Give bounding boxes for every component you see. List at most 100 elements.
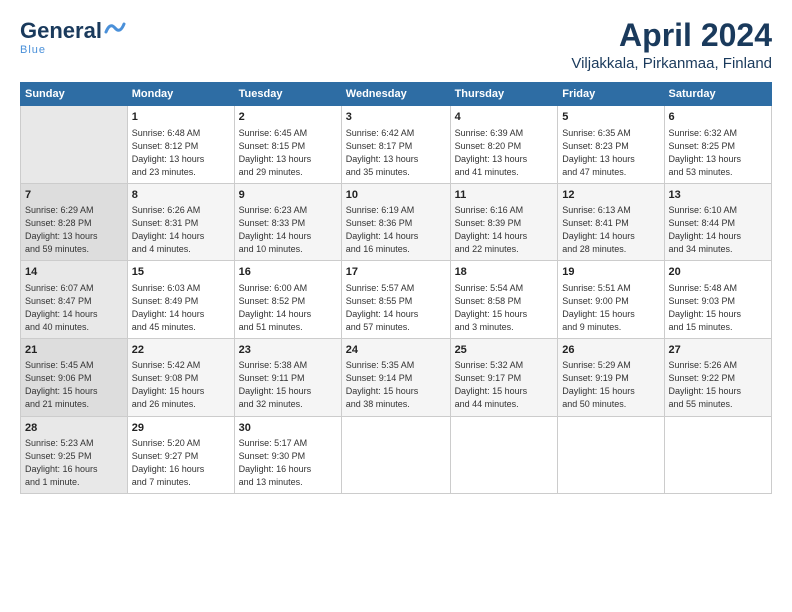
day-cell: 28Sunrise: 5:23 AM Sunset: 9:25 PM Dayli…	[21, 416, 128, 494]
day-cell: 7Sunrise: 6:29 AM Sunset: 8:28 PM Daylig…	[21, 183, 128, 261]
day-cell	[664, 416, 771, 494]
page: General Blue April 2024 Viljakkala, Pirk…	[0, 0, 792, 504]
sub-title: Viljakkala, Pirkanmaa, Finland	[571, 55, 772, 72]
day-cell: 26Sunrise: 5:29 AM Sunset: 9:19 PM Dayli…	[558, 338, 664, 416]
day-cell: 5Sunrise: 6:35 AM Sunset: 8:23 PM Daylig…	[558, 106, 664, 184]
day-number: 13	[669, 188, 767, 203]
day-cell: 4 Sunrise: 6:39 AM Sunset: 8:20 PM Daylig…	[450, 106, 558, 184]
day-info: Sunrise: 5:32 AM Sunset: 9:17 PM Dayligh…	[455, 359, 554, 411]
col-header-saturday: Saturday	[664, 83, 771, 106]
day-info: Sunrise: 5:17 AM Sunset: 9:30 PM Dayligh…	[239, 437, 337, 489]
logo-blue: Blue	[20, 44, 46, 56]
title-block: April 2024 Viljakkala, Pirkanmaa, Finlan…	[571, 18, 772, 72]
week-row-4: 21Sunrise: 5:45 AM Sunset: 9:06 PM Dayli…	[21, 338, 772, 416]
header-row: SundayMondayTuesdayWednesdayThursdayFrid…	[21, 83, 772, 106]
day-cell: 13Sunrise: 6:10 AM Sunset: 8:44 PM Dayli…	[664, 183, 771, 261]
day-cell	[341, 416, 450, 494]
day-cell: 19Sunrise: 5:51 AM Sunset: 9:00 PM Dayli…	[558, 261, 664, 339]
day-info: Sunrise: 6:48 AM Sunset: 8:12 PM Dayligh…	[132, 127, 230, 179]
header: General Blue April 2024 Viljakkala, Pirk…	[20, 18, 772, 72]
day-cell: 14 Sunrise: 6:07 AM Sunset: 8:47 PM Dayli…	[21, 261, 128, 339]
day-cell: 12Sunrise: 6:13 AM Sunset: 8:41 PM Dayli…	[558, 183, 664, 261]
day-cell: 21Sunrise: 5:45 AM Sunset: 9:06 PM Dayli…	[21, 338, 128, 416]
day-cell: 10Sunrise: 6:19 AM Sunset: 8:36 PM Dayli…	[341, 183, 450, 261]
day-number: 4	[455, 110, 554, 125]
day-number: 25	[455, 343, 554, 358]
day-number: 16	[239, 265, 337, 280]
day-number: 18	[455, 265, 554, 280]
day-number: 5	[562, 110, 659, 125]
day-number: 29	[132, 421, 230, 436]
col-header-thursday: Thursday	[450, 83, 558, 106]
week-row-1: 1 Sunrise: 6:48 AM Sunset: 8:12 PM Daylig…	[21, 106, 772, 184]
day-info: Sunrise: 5:51 AM Sunset: 9:00 PM Dayligh…	[562, 282, 659, 334]
day-info: Sunrise: 6:32 AM Sunset: 8:25 PM Dayligh…	[669, 127, 767, 179]
day-info: Sunrise: 6:42 AM Sunset: 8:17 PM Dayligh…	[346, 127, 446, 179]
day-info: Sunrise: 6:10 AM Sunset: 8:44 PM Dayligh…	[669, 204, 767, 256]
logo-wave-icon	[104, 18, 126, 36]
day-info: Sunrise: 5:42 AM Sunset: 9:08 PM Dayligh…	[132, 359, 230, 411]
day-number: 24	[346, 343, 446, 358]
day-info: Sunrise: 6:26 AM Sunset: 8:31 PM Dayligh…	[132, 204, 230, 256]
day-cell: 1 Sunrise: 6:48 AM Sunset: 8:12 PM Daylig…	[127, 106, 234, 184]
day-number: 17	[346, 265, 446, 280]
day-number: 1	[132, 110, 230, 125]
col-header-monday: Monday	[127, 83, 234, 106]
col-header-sunday: Sunday	[21, 83, 128, 106]
day-number: 27	[669, 343, 767, 358]
day-info: Sunrise: 6:13 AM Sunset: 8:41 PM Dayligh…	[562, 204, 659, 256]
day-cell: 20 Sunrise: 5:48 AM Sunset: 9:03 PM Dayli…	[664, 261, 771, 339]
day-cell: 15 Sunrise: 6:03 AM Sunset: 8:49 PM Dayli…	[127, 261, 234, 339]
day-cell: 18 Sunrise: 5:54 AM Sunset: 8:58 PM Dayli…	[450, 261, 558, 339]
day-cell: 24Sunrise: 5:35 AM Sunset: 9:14 PM Dayli…	[341, 338, 450, 416]
day-cell: 16 Sunrise: 6:00 AM Sunset: 8:52 PM Dayli…	[234, 261, 341, 339]
day-cell: 3 Sunrise: 6:42 AM Sunset: 8:17 PM Daylig…	[341, 106, 450, 184]
day-info: Sunrise: 6:45 AM Sunset: 8:15 PM Dayligh…	[239, 127, 337, 179]
day-cell: 8Sunrise: 6:26 AM Sunset: 8:31 PM Daylig…	[127, 183, 234, 261]
day-info: Sunrise: 6:16 AM Sunset: 8:39 PM Dayligh…	[455, 204, 554, 256]
day-cell: 17Sunrise: 5:57 AM Sunset: 8:55 PM Dayli…	[341, 261, 450, 339]
day-info: Sunrise: 5:54 AM Sunset: 8:58 PM Dayligh…	[455, 282, 554, 334]
day-cell	[558, 416, 664, 494]
day-cell: 6Sunrise: 6:32 AM Sunset: 8:25 PM Daylig…	[664, 106, 771, 184]
logo: General Blue	[20, 18, 126, 56]
day-info: Sunrise: 6:29 AM Sunset: 8:28 PM Dayligh…	[25, 204, 123, 256]
day-info: Sunrise: 5:26 AM Sunset: 9:22 PM Dayligh…	[669, 359, 767, 411]
day-number: 22	[132, 343, 230, 358]
day-number: 12	[562, 188, 659, 203]
day-number: 20	[669, 265, 767, 280]
day-info: Sunrise: 5:20 AM Sunset: 9:27 PM Dayligh…	[132, 437, 230, 489]
day-info: Sunrise: 6:19 AM Sunset: 8:36 PM Dayligh…	[346, 204, 446, 256]
day-cell: 22Sunrise: 5:42 AM Sunset: 9:08 PM Dayli…	[127, 338, 234, 416]
day-number: 9	[239, 188, 337, 203]
day-cell: 9Sunrise: 6:23 AM Sunset: 8:33 PM Daylig…	[234, 183, 341, 261]
main-title: April 2024	[571, 18, 772, 53]
day-number: 10	[346, 188, 446, 203]
col-header-friday: Friday	[558, 83, 664, 106]
day-cell	[450, 416, 558, 494]
col-header-tuesday: Tuesday	[234, 83, 341, 106]
day-info: Sunrise: 6:03 AM Sunset: 8:49 PM Dayligh…	[132, 282, 230, 334]
day-info: Sunrise: 6:00 AM Sunset: 8:52 PM Dayligh…	[239, 282, 337, 334]
day-number: 15	[132, 265, 230, 280]
day-cell: 29Sunrise: 5:20 AM Sunset: 9:27 PM Dayli…	[127, 416, 234, 494]
week-row-5: 28Sunrise: 5:23 AM Sunset: 9:25 PM Dayli…	[21, 416, 772, 494]
day-info: Sunrise: 5:35 AM Sunset: 9:14 PM Dayligh…	[346, 359, 446, 411]
day-number: 23	[239, 343, 337, 358]
day-number: 14	[25, 265, 123, 280]
col-header-wednesday: Wednesday	[341, 83, 450, 106]
day-info: Sunrise: 6:07 AM Sunset: 8:47 PM Dayligh…	[25, 282, 123, 334]
day-cell: 11Sunrise: 6:16 AM Sunset: 8:39 PM Dayli…	[450, 183, 558, 261]
day-number: 21	[25, 343, 123, 358]
day-number: 3	[346, 110, 446, 125]
day-info: Sunrise: 6:39 AM Sunset: 8:20 PM Dayligh…	[455, 127, 554, 179]
week-row-3: 14 Sunrise: 6:07 AM Sunset: 8:47 PM Dayli…	[21, 261, 772, 339]
day-number: 7	[25, 188, 123, 203]
day-number: 2	[239, 110, 337, 125]
day-cell	[21, 106, 128, 184]
day-info: Sunrise: 6:23 AM Sunset: 8:33 PM Dayligh…	[239, 204, 337, 256]
day-info: Sunrise: 5:45 AM Sunset: 9:06 PM Dayligh…	[25, 359, 123, 411]
day-cell: 23Sunrise: 5:38 AM Sunset: 9:11 PM Dayli…	[234, 338, 341, 416]
day-info: Sunrise: 5:38 AM Sunset: 9:11 PM Dayligh…	[239, 359, 337, 411]
day-info: Sunrise: 5:48 AM Sunset: 9:03 PM Dayligh…	[669, 282, 767, 334]
